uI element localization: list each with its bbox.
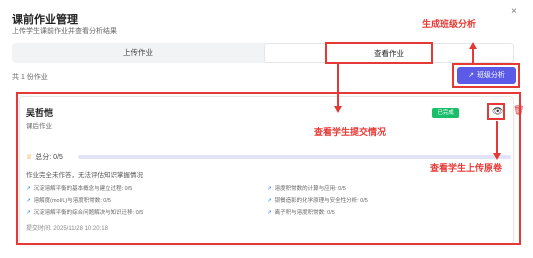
annotation-box-analysis [452, 63, 520, 88]
dialog-title: 课前作业管理 [12, 14, 78, 26]
dialog-subtitle: 上传学生课前作业并查看分析结果 [12, 28, 117, 35]
annotation-class-analysis: 生成班级分析 [422, 19, 477, 29]
annotation-view-original: 查看学生上传原卷 [430, 163, 503, 173]
annotation-arrow-head [493, 153, 501, 160]
homework-management-dialog: 课前作业管理 上传学生课前作业并查看分析结果 × 上传作业 查看作业 共 1 份… [0, 0, 533, 258]
tab-upload-homework[interactable]: 上传作业 [12, 43, 264, 63]
annotation-box-eye [487, 103, 505, 120]
close-icon[interactable]: × [511, 6, 517, 17]
annotation-arrow [496, 121, 498, 155]
homework-count: 共 1 份作业 [12, 74, 48, 81]
annotation-box-tab [325, 42, 433, 64]
tab-bar: 上传作业 查看作业 [12, 43, 514, 63]
